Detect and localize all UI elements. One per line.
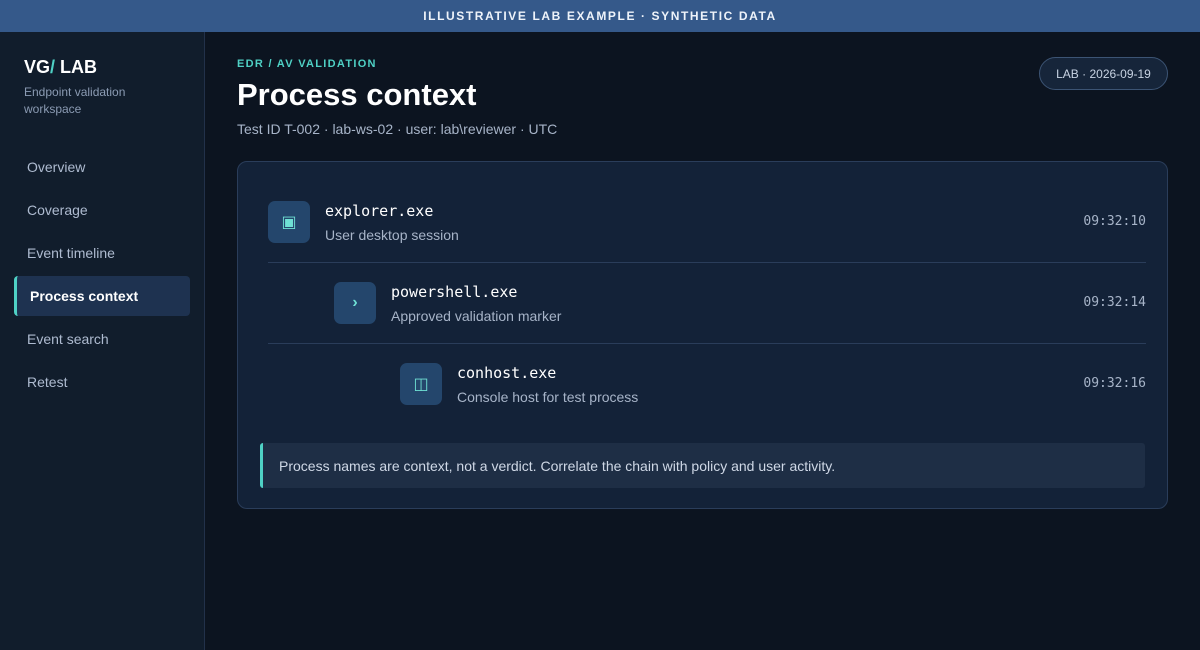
sidebar-item-coverage[interactable]: Coverage — [14, 190, 190, 230]
window-icon: ▣ — [268, 201, 310, 243]
brand-part1: VG — [24, 57, 51, 77]
process-tree-card: ▣ explorer.exe User desktop session 09:3… — [237, 161, 1168, 509]
brand-part2: LAB — [55, 57, 98, 77]
sidebar-nav: Overview Coverage Event timeline Process… — [14, 147, 190, 405]
process-timestamp: 09:32:14 — [1083, 295, 1146, 310]
sidebar-item-event-search[interactable]: Event search — [14, 319, 190, 359]
prompt-icon: › — [334, 282, 376, 324]
process-row-powershell[interactable]: › powershell.exe Approved validation mar… — [268, 263, 1146, 344]
sidebar-item-label: Process context — [30, 288, 139, 304]
sidebar-item-label: Overview — [27, 159, 86, 175]
brand-subtitle: Endpoint validation workspace — [24, 85, 126, 116]
top-banner: ILLUSTRATIVE LAB EXAMPLE · SYNTHETIC DAT… — [0, 0, 1200, 32]
brand-logo: VG/ LAB — [24, 57, 97, 78]
process-row-explorer[interactable]: ▣ explorer.exe User desktop session 09:3… — [268, 182, 1146, 263]
page-title: Process context — [237, 77, 477, 112]
process-name: conhost.exe — [457, 364, 557, 382]
context-note-text: Process names are context, not a verdict… — [279, 457, 836, 474]
sidebar-item-overview[interactable]: Overview — [14, 147, 190, 187]
process-timestamp: 09:32:16 — [1083, 376, 1146, 391]
process-name: explorer.exe — [325, 202, 434, 220]
lab-date-text: LAB · 2026-09-19 — [1056, 66, 1151, 81]
section-eyebrow: EDR / AV VALIDATION — [237, 58, 377, 70]
process-timestamp: 09:32:10 — [1083, 214, 1146, 229]
process-description: Approved validation marker — [391, 308, 562, 324]
context-note: Process names are context, not a verdict… — [260, 443, 1145, 488]
sidebar: VG/ LAB Endpoint validation workspace Ov… — [0, 32, 205, 650]
process-description: User desktop session — [325, 227, 459, 243]
lab-date-badge: LAB · 2026-09-19 — [1039, 57, 1168, 90]
process-description: Console host for test process — [457, 389, 639, 405]
sidebar-item-process-context[interactable]: Process context — [14, 276, 190, 316]
banner-text: ILLUSTRATIVE LAB EXAMPLE · SYNTHETIC DAT… — [423, 9, 777, 23]
sidebar-item-label: Event timeline — [27, 245, 115, 261]
process-row-conhost[interactable]: ◫ conhost.exe Console host for test proc… — [268, 344, 1146, 424]
process-name: powershell.exe — [391, 283, 518, 301]
sidebar-item-retest[interactable]: Retest — [14, 362, 190, 402]
test-meta: Test ID T-002 · lab-ws-02 · user: lab\re… — [237, 121, 558, 137]
console-icon: ◫ — [400, 363, 442, 405]
sidebar-item-label: Coverage — [27, 202, 88, 218]
sidebar-item-event-timeline[interactable]: Event timeline — [14, 233, 190, 273]
sidebar-item-label: Retest — [27, 374, 68, 390]
sidebar-item-label: Event search — [27, 331, 109, 347]
